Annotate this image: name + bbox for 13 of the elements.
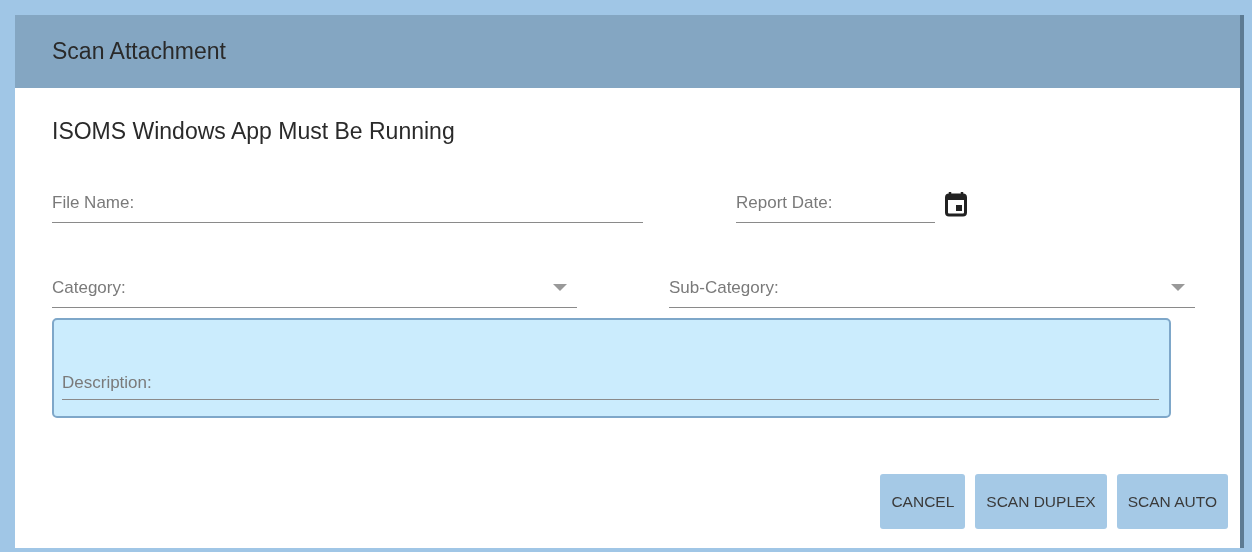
cancel-button[interactable]: CANCEL: [880, 474, 966, 529]
dialog-title: Scan Attachment: [52, 38, 226, 65]
dropdown-field[interactable]: Category:: [52, 278, 553, 298]
dropdown-caret-icon[interactable]: [1171, 284, 1185, 292]
date-field[interactable]: Report Date:: [736, 193, 935, 213]
scan-auto-button[interactable]: SCAN AUTO: [1116, 474, 1228, 529]
calendar-icon[interactable]: [945, 191, 967, 217]
scan-duplex-button[interactable]: SCAN DUPLEX: [975, 474, 1107, 529]
dropdown-field[interactable]: Sub-Category:: [669, 278, 1171, 298]
file-name-field[interactable]: File Name:: [52, 193, 643, 213]
notice-text: ISOMS Windows App Must Be Running: [52, 118, 456, 145]
description-field[interactable]: Description:: [62, 373, 1159, 393]
dropdown-caret-icon[interactable]: [553, 284, 567, 292]
